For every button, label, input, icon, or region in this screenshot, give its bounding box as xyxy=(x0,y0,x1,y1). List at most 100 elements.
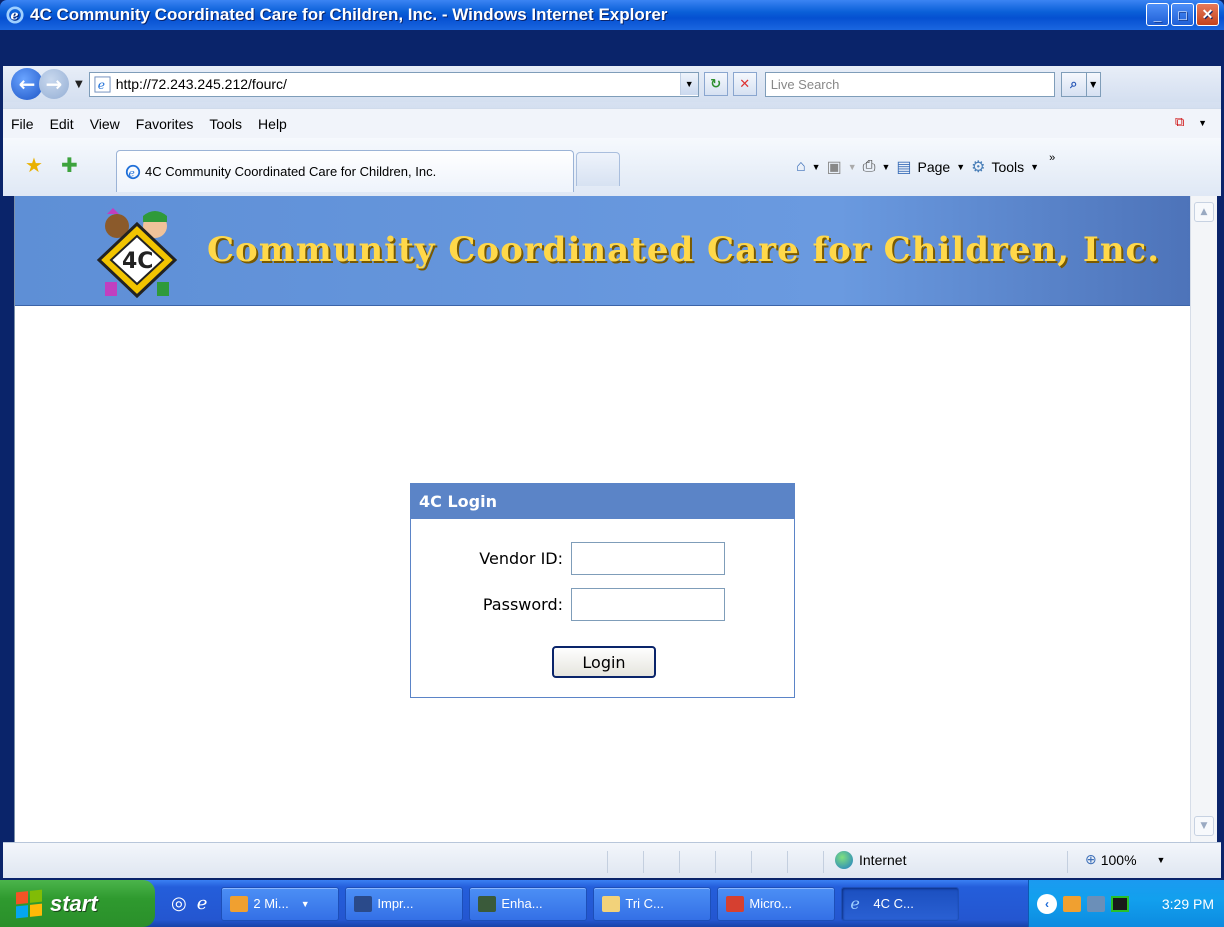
chevron-more-icon[interactable]: » xyxy=(1049,152,1055,164)
vendor-id-row: Vendor ID: xyxy=(411,542,725,575)
site-title: Community Coordinated Care for Children,… xyxy=(207,230,1161,270)
taskbar-button-micro[interactable]: Micro... xyxy=(717,886,836,921)
taskbar-button-impr[interactable]: Impr... xyxy=(345,886,464,921)
browser-window: e 4C Community Coordinated Care for Chil… xyxy=(0,0,1224,927)
title-bar[interactable]: e 4C Community Coordinated Care for Chil… xyxy=(0,0,1224,30)
refresh-button[interactable]: ↻ xyxy=(703,72,728,96)
home-dropdown-icon[interactable]: ▼ xyxy=(812,162,821,172)
scroll-up-arrow[interactable]: ▲ xyxy=(1194,202,1214,222)
quick-launch: ◎ e xyxy=(171,893,207,914)
clock[interactable]: 3:29 PM xyxy=(1162,896,1214,912)
outlook-icon xyxy=(230,895,249,912)
maximize-button[interactable]: □ xyxy=(1171,3,1194,26)
print-icon[interactable]: ⎙ xyxy=(863,158,876,176)
stop-icon: ✕ xyxy=(739,76,751,92)
menu-tools[interactable]: Tools xyxy=(201,116,250,132)
feeds-dropdown-icon[interactable]: ▼ xyxy=(848,162,857,172)
feeds-icon[interactable]: ▣ xyxy=(827,157,842,177)
vendor-id-input[interactable] xyxy=(571,542,725,575)
password-input[interactable] xyxy=(571,588,725,621)
menu-bar: File Edit View Favorites Tools Help ⧉ ▼ xyxy=(3,108,1221,138)
tools-dropdown-icon[interactable]: ▼ xyxy=(1030,162,1039,172)
status-divider xyxy=(607,851,608,873)
scroll-down-arrow[interactable]: ▼ xyxy=(1194,816,1214,836)
svg-text:e: e xyxy=(97,78,104,92)
menu-view[interactable]: View xyxy=(82,116,128,132)
page-menu-button[interactable]: Page xyxy=(918,159,951,175)
ie-icon: e xyxy=(850,893,860,913)
add-favorites-icon[interactable]: ✚ xyxy=(61,153,78,178)
tools-menu-button[interactable]: Tools xyxy=(991,159,1024,175)
taskbar-button-ie[interactable]: e 4C C... xyxy=(841,886,960,921)
url-text[interactable]: http://72.243.245.212/fourc/ xyxy=(116,76,680,92)
command-bar: ⌂ ▼ ▣ ▼ ⎙ ▼ ▤ Page ▼ ⚙ Tools ▼ » xyxy=(796,152,1055,177)
menu-file[interactable]: File xyxy=(3,116,42,132)
taskbar-button-outlook[interactable]: 2 Mi... ▼ xyxy=(221,886,340,921)
minimize-button[interactable]: _ xyxy=(1146,3,1169,26)
close-button[interactable]: ✕ xyxy=(1196,3,1219,26)
zoom-icon: ⊕ xyxy=(1085,851,1097,867)
app-icon xyxy=(726,895,745,912)
address-dropdown-button[interactable]: ▼ xyxy=(679,73,698,95)
tab-current[interactable]: e 4C Community Coordinated Care for Chil… xyxy=(116,150,574,192)
search-options-dropdown[interactable]: ▼ xyxy=(1086,71,1101,97)
print-dropdown-icon[interactable]: ▼ xyxy=(881,162,890,172)
search-input[interactable]: Live Search xyxy=(764,71,1055,97)
zone-label: Internet xyxy=(859,852,907,868)
pdf-dropdown-icon[interactable]: ▼ xyxy=(1198,118,1207,128)
security-zone[interactable]: Internet xyxy=(835,851,906,869)
group-dropdown-icon: ▼ xyxy=(300,898,310,909)
page-dropdown-icon[interactable]: ▼ xyxy=(956,162,965,172)
taskbar-button-enha[interactable]: Enha... xyxy=(469,886,588,921)
status-divider xyxy=(643,851,644,873)
taskbar-button-label: 2 Mi... xyxy=(253,896,289,911)
system-tray: ‹ 3:29 PM xyxy=(1028,880,1224,927)
tray-outlook-icon[interactable] xyxy=(1063,895,1081,912)
tray-app-icon[interactable] xyxy=(1111,895,1129,912)
zoom-dropdown-icon[interactable]: ▼ xyxy=(1157,855,1166,865)
home-icon[interactable]: ⌂ xyxy=(796,158,806,176)
gear-icon: ⚙ xyxy=(971,159,986,176)
svg-text:e: e xyxy=(129,166,135,179)
taskbar-button-label: Micro... xyxy=(749,896,792,911)
recent-pages-dropdown[interactable]: ▼ xyxy=(75,79,83,90)
desktop-icon[interactable]: ◎ xyxy=(171,893,187,914)
app-icon xyxy=(478,895,497,912)
password-row: Password: xyxy=(411,588,725,621)
windows-logo-icon xyxy=(16,889,42,918)
menu-help[interactable]: Help xyxy=(250,116,295,132)
menu-edit[interactable]: Edit xyxy=(42,116,82,132)
forward-button[interactable]: → xyxy=(39,69,69,99)
start-button[interactable]: start xyxy=(0,880,155,927)
network-icon[interactable] xyxy=(1087,895,1105,912)
menu-favorites[interactable]: Favorites xyxy=(128,116,202,132)
new-tab-button[interactable] xyxy=(576,152,620,186)
taskbar-button-label: Tri C... xyxy=(625,896,664,911)
image-icon xyxy=(354,895,373,912)
tab-label: 4C Community Coordinated Care for Childr… xyxy=(145,164,437,179)
vertical-scrollbar[interactable]: ▲ ▼ xyxy=(1190,196,1217,842)
address-bar[interactable]: e http://72.243.245.212/fourc/ ▼ xyxy=(88,71,699,97)
zoom-control[interactable]: ⊕ 100% ▼ xyxy=(1085,851,1165,868)
pdf-convert-icon[interactable]: ⧉ xyxy=(1175,114,1195,132)
taskbar-button-label: Enha... xyxy=(501,896,543,911)
favorites-center-icon[interactable]: ★ xyxy=(25,153,43,178)
refresh-icon: ↻ xyxy=(710,76,722,92)
ie-quicklaunch-icon[interactable]: e xyxy=(197,893,208,914)
arrow-right-icon: → xyxy=(45,72,63,96)
svg-text:e: e xyxy=(11,8,19,23)
show-hidden-icons-button[interactable]: ‹ xyxy=(1037,893,1057,914)
search-button[interactable]: ⌕ xyxy=(1060,71,1087,97)
search-placeholder: Live Search xyxy=(770,76,840,92)
stop-button[interactable]: ✕ xyxy=(732,72,757,96)
status-divider xyxy=(1067,851,1068,873)
status-divider xyxy=(823,851,824,873)
password-label: Password: xyxy=(482,595,563,614)
taskbar: start ◎ e 2 Mi... ▼ Impr... Enha... Tri … xyxy=(0,880,1224,927)
login-button[interactable]: Login xyxy=(552,646,656,678)
search-icon: ⌕ xyxy=(1070,76,1078,92)
taskbar-button-folder[interactable]: Tri C... xyxy=(593,886,712,921)
folder-icon xyxy=(602,895,621,912)
globe-icon xyxy=(835,851,853,869)
taskbar-button-label: 4C C... xyxy=(873,896,914,911)
